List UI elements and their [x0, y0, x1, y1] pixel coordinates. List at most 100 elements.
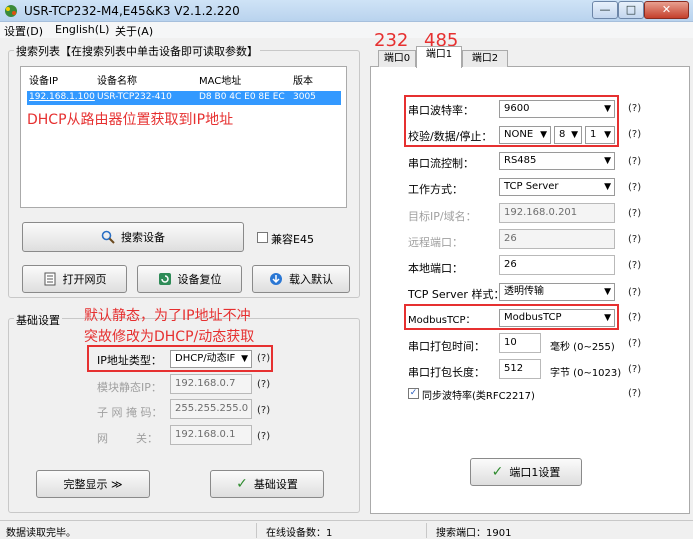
- gateway-field[interactable]: 192.168.0.1: [170, 425, 252, 445]
- ip-type-select[interactable]: DHCP/动态IF ▼: [170, 350, 252, 368]
- baud-rate-select[interactable]: 9600 ▼: [499, 100, 615, 118]
- full-display-label: 完整显示 ≫: [63, 478, 123, 491]
- window-title: USR-TCP232-M4,E45&K3 V2.1.2.220: [24, 4, 240, 18]
- compat-e45-label: 兼容E45: [271, 233, 314, 246]
- modbus-select[interactable]: ModbusTCP ▼: [499, 309, 615, 327]
- column-header-mac[interactable]: MAC地址: [199, 72, 241, 87]
- column-header-name[interactable]: 设备名称: [97, 72, 137, 87]
- port1-settings-label: 端口1设置: [509, 466, 561, 479]
- target-ip-field[interactable]: 192.168.0.201: [499, 203, 615, 223]
- ip-type-help[interactable]: (?): [257, 353, 270, 364]
- static-ip-field[interactable]: 192.168.0.7: [170, 374, 252, 394]
- static-ip-annotation-2: 突故修改为DHCP/动态获取: [84, 329, 255, 345]
- local-port-label: 本地端口：: [408, 262, 463, 275]
- stopbits-select[interactable]: 1 ▼: [585, 126, 615, 144]
- tcp-server-style-help[interactable]: (?): [628, 287, 641, 298]
- gateway-help[interactable]: (?): [257, 431, 270, 442]
- open-web-button[interactable]: 打开网页: [22, 265, 127, 293]
- work-mode-help[interactable]: (?): [628, 182, 641, 193]
- subnet-mask-field[interactable]: 255.255.255.0: [170, 399, 252, 419]
- target-ip-help[interactable]: (?): [628, 208, 641, 219]
- parity-help[interactable]: (?): [628, 129, 641, 140]
- minimize-button[interactable]: —: [592, 1, 618, 19]
- load-default-label: 载入默认: [289, 273, 333, 286]
- databits-select[interactable]: 8 ▼: [554, 126, 582, 144]
- status-divider: [426, 523, 427, 538]
- search-port-status: 搜索端口：1901: [436, 528, 512, 539]
- sync-baud-help[interactable]: (?): [628, 388, 641, 399]
- maximize-button[interactable]: □: [618, 1, 644, 19]
- status-divider: [256, 523, 257, 538]
- status-bar: 数据读取完毕。 在线设备数：1 搜索端口：1901: [0, 520, 693, 539]
- search-device-label: 搜索设备: [121, 231, 165, 244]
- tcp-server-style-value: 透明传输: [504, 286, 544, 297]
- dhcp-annotation: DHCP从路由器位置获取到IP地址: [27, 112, 234, 128]
- load-default-button[interactable]: 载入默认: [252, 265, 350, 293]
- menu-settings[interactable]: 设置(D): [4, 23, 43, 39]
- baud-rate-help[interactable]: (?): [628, 103, 641, 114]
- port1-settings-button[interactable]: ✓ 端口1设置: [470, 458, 582, 486]
- pack-time-help[interactable]: (?): [628, 338, 641, 349]
- basic-settings-button[interactable]: ✓ 基础设置: [210, 470, 324, 498]
- title-bar: USR-TCP232-M4,E45&K3 V2.1.2.220 — □ ✕: [0, 0, 693, 22]
- pack-length-field[interactable]: 512: [499, 359, 541, 379]
- static-ip-help[interactable]: (?): [257, 379, 270, 390]
- parity-select[interactable]: NONE ▼: [499, 126, 551, 144]
- online-device-count: 在线设备数：1: [266, 528, 333, 539]
- chevron-down-icon: ▼: [571, 130, 578, 140]
- pack-length-unit: 字节 (0~1023): [550, 368, 622, 379]
- search-icon: [101, 230, 115, 244]
- app-icon: [5, 5, 17, 17]
- download-icon: [270, 273, 282, 285]
- sync-baud-label: 同步波特率(类RFC2217): [422, 391, 535, 402]
- menu-english[interactable]: English(L): [55, 23, 109, 36]
- modbus-value: ModbusTCP: [504, 312, 562, 323]
- open-web-label: 打开网页: [62, 273, 107, 286]
- checkmark-icon: ✓: [236, 476, 248, 492]
- reset-icon: [158, 273, 171, 285]
- static-ip-annotation-1: 默认静态，为了IP地址不冲: [84, 308, 251, 324]
- sync-baud-checkbox[interactable]: ✓: [408, 388, 419, 399]
- device-reset-button[interactable]: 设备复位: [137, 265, 242, 293]
- checkmark-icon: ✓: [491, 464, 504, 480]
- pack-time-field[interactable]: 10: [499, 333, 541, 353]
- annotation-232: 232: [374, 30, 409, 51]
- tab-port0[interactable]: 端口0: [378, 50, 416, 67]
- modbus-label: ModbusTCP：: [408, 315, 476, 326]
- device-row[interactable]: 192.168.1.100 USR-TCP232-410 D8 B0 4C E0…: [27, 91, 341, 105]
- tab-port1[interactable]: 端口1: [416, 46, 462, 68]
- local-port-field[interactable]: 26: [499, 255, 615, 275]
- tab-port2[interactable]: 端口2: [462, 50, 508, 67]
- remote-port-field[interactable]: 26: [499, 229, 615, 249]
- search-device-button[interactable]: 搜索设备: [22, 222, 244, 252]
- column-header-version[interactable]: 版本: [293, 72, 313, 87]
- device-name: USR-TCP232-410: [97, 92, 172, 102]
- menu-about[interactable]: 关于(A): [115, 23, 153, 39]
- stopbits-value: 1: [590, 129, 597, 140]
- pack-time-unit: 毫秒 (0~255): [550, 342, 615, 353]
- remote-port-help[interactable]: (?): [628, 234, 641, 245]
- ip-type-value: DHCP/动态IF: [175, 353, 236, 364]
- work-mode-select[interactable]: TCP Server ▼: [499, 178, 615, 196]
- full-display-button[interactable]: 完整显示 ≫: [36, 470, 150, 498]
- databits-value: 8: [559, 129, 566, 140]
- chevron-down-icon: ▼: [604, 156, 611, 166]
- compat-e45-checkbox[interactable]: [257, 232, 268, 243]
- flow-control-help[interactable]: (?): [628, 156, 641, 167]
- close-button[interactable]: ✕: [644, 1, 689, 19]
- device-ip: 192.168.1.100: [29, 92, 95, 102]
- subnet-mask-label: 子 网 掩 码：: [97, 406, 163, 419]
- subnet-mask-help[interactable]: (?): [257, 405, 270, 416]
- gateway-label: 网 关：: [97, 432, 158, 445]
- chevron-down-icon: ▼: [540, 130, 547, 140]
- modbus-help[interactable]: (?): [628, 312, 641, 323]
- column-header-ip[interactable]: 设备IP: [29, 72, 58, 87]
- device-list[interactable]: 设备IP 设备名称 MAC地址 版本 192.168.1.100 USR-TCP…: [20, 66, 347, 208]
- tcp-server-style-select[interactable]: 透明传输 ▼: [499, 283, 615, 301]
- flow-control-select[interactable]: RS485 ▼: [499, 152, 615, 170]
- local-port-help[interactable]: (?): [628, 260, 641, 271]
- pack-length-help[interactable]: (?): [628, 364, 641, 375]
- tcp-server-style-label: TCP Server 样式：: [408, 288, 505, 301]
- ip-type-label: IP地址类型：: [97, 354, 162, 367]
- device-version: 3005: [293, 92, 316, 102]
